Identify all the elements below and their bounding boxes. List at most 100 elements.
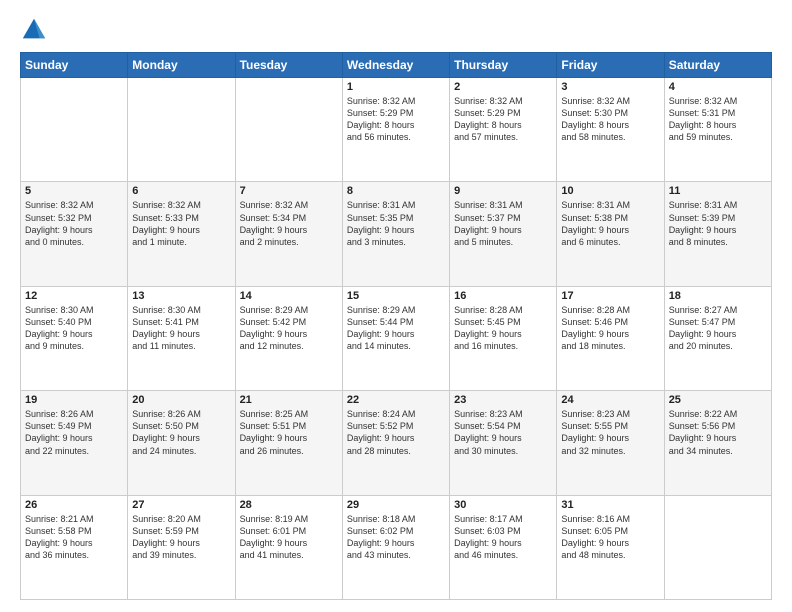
cell-content: Sunrise: 8:27 AM Sunset: 5:47 PM Dayligh… bbox=[669, 304, 767, 353]
cell-content: Sunrise: 8:26 AM Sunset: 5:49 PM Dayligh… bbox=[25, 408, 123, 457]
calendar-cell: 6 Sunrise: 8:32 AM Sunset: 5:33 PM Daylig… bbox=[128, 182, 235, 286]
cell-content: Sunrise: 8:28 AM Sunset: 5:45 PM Dayligh… bbox=[454, 304, 552, 353]
calendar-cell: 15 Sunrise: 8:29 AM Sunset: 5:44 PM Dayli… bbox=[342, 286, 449, 390]
calendar-cell: 14 Sunrise: 8:29 AM Sunset: 5:42 PM Dayli… bbox=[235, 286, 342, 390]
calendar-cell: 28 Sunrise: 8:19 AM Sunset: 6:01 PM Dayli… bbox=[235, 495, 342, 599]
calendar-header-sunday: Sunday bbox=[21, 53, 128, 78]
cell-content: Sunrise: 8:30 AM Sunset: 5:40 PM Dayligh… bbox=[25, 304, 123, 353]
calendar-cell: 13 Sunrise: 8:30 AM Sunset: 5:41 PM Dayli… bbox=[128, 286, 235, 390]
cell-content: Sunrise: 8:32 AM Sunset: 5:30 PM Dayligh… bbox=[561, 95, 659, 144]
day-number: 16 bbox=[454, 290, 552, 302]
cell-content: Sunrise: 8:32 AM Sunset: 5:33 PM Dayligh… bbox=[132, 199, 230, 248]
calendar-cell bbox=[664, 495, 771, 599]
calendar-cell: 31Sunrise: 8:16 AM Sunset: 6:05 PM Dayli… bbox=[557, 495, 664, 599]
calendar-cell: 26 Sunrise: 8:21 AM Sunset: 5:58 PM Dayli… bbox=[21, 495, 128, 599]
calendar-cell: 19 Sunrise: 8:26 AM Sunset: 5:49 PM Dayli… bbox=[21, 391, 128, 495]
calendar-cell bbox=[21, 78, 128, 182]
day-number: 5 bbox=[25, 185, 123, 197]
calendar-cell: 2 Sunrise: 8:32 AM Sunset: 5:29 PM Daylig… bbox=[450, 78, 557, 182]
cell-content: Sunrise: 8:17 AM Sunset: 6:03 PM Dayligh… bbox=[454, 513, 552, 562]
day-number: 2 bbox=[454, 81, 552, 93]
cell-content: Sunrise: 8:32 AM Sunset: 5:29 PM Dayligh… bbox=[454, 95, 552, 144]
cell-content: Sunrise: 8:32 AM Sunset: 5:32 PM Dayligh… bbox=[25, 199, 123, 248]
calendar-cell: 17 Sunrise: 8:28 AM Sunset: 5:46 PM Dayli… bbox=[557, 286, 664, 390]
cell-content: Sunrise: 8:32 AM Sunset: 5:31 PM Dayligh… bbox=[669, 95, 767, 144]
page: SundayMondayTuesdayWednesdayThursdayFrid… bbox=[0, 0, 792, 612]
day-number: 3 bbox=[561, 81, 659, 93]
day-number: 18 bbox=[669, 290, 767, 302]
day-number: 19 bbox=[25, 394, 123, 406]
calendar-week-5: 26 Sunrise: 8:21 AM Sunset: 5:58 PM Dayli… bbox=[21, 495, 772, 599]
cell-content: Sunrise: 8:22 AM Sunset: 5:56 PM Dayligh… bbox=[669, 408, 767, 457]
calendar-cell: 12 Sunrise: 8:30 AM Sunset: 5:40 PM Dayli… bbox=[21, 286, 128, 390]
cell-content: Sunrise: 8:25 AM Sunset: 5:51 PM Dayligh… bbox=[240, 408, 338, 457]
day-number: 21 bbox=[240, 394, 338, 406]
calendar-cell: 3 Sunrise: 8:32 AM Sunset: 5:30 PM Daylig… bbox=[557, 78, 664, 182]
calendar-cell bbox=[235, 78, 342, 182]
calendar-header-tuesday: Tuesday bbox=[235, 53, 342, 78]
logo-icon bbox=[20, 16, 48, 44]
calendar-week-2: 5 Sunrise: 8:32 AM Sunset: 5:32 PM Daylig… bbox=[21, 182, 772, 286]
calendar-cell: 22Sunrise: 8:24 AM Sunset: 5:52 PM Dayli… bbox=[342, 391, 449, 495]
day-number: 23 bbox=[454, 394, 552, 406]
day-number: 9 bbox=[454, 185, 552, 197]
day-number: 28 bbox=[240, 499, 338, 511]
cell-content: Sunrise: 8:31 AM Sunset: 5:35 PM Dayligh… bbox=[347, 199, 445, 248]
cell-content: Sunrise: 8:19 AM Sunset: 6:01 PM Dayligh… bbox=[240, 513, 338, 562]
calendar-header-saturday: Saturday bbox=[664, 53, 771, 78]
day-number: 20 bbox=[132, 394, 230, 406]
cell-content: Sunrise: 8:21 AM Sunset: 5:58 PM Dayligh… bbox=[25, 513, 123, 562]
day-number: 27 bbox=[132, 499, 230, 511]
logo bbox=[20, 16, 52, 44]
calendar-cell: 24Sunrise: 8:23 AM Sunset: 5:55 PM Dayli… bbox=[557, 391, 664, 495]
calendar-cell: 18 Sunrise: 8:27 AM Sunset: 5:47 PM Dayli… bbox=[664, 286, 771, 390]
cell-content: Sunrise: 8:30 AM Sunset: 5:41 PM Dayligh… bbox=[132, 304, 230, 353]
day-number: 7 bbox=[240, 185, 338, 197]
calendar-cell: 16 Sunrise: 8:28 AM Sunset: 5:45 PM Dayli… bbox=[450, 286, 557, 390]
cell-content: Sunrise: 8:31 AM Sunset: 5:37 PM Dayligh… bbox=[454, 199, 552, 248]
calendar-week-3: 12 Sunrise: 8:30 AM Sunset: 5:40 PM Dayli… bbox=[21, 286, 772, 390]
calendar-cell: 11 Sunrise: 8:31 AM Sunset: 5:39 PM Dayli… bbox=[664, 182, 771, 286]
day-number: 10 bbox=[561, 185, 659, 197]
day-number: 15 bbox=[347, 290, 445, 302]
calendar-week-4: 19 Sunrise: 8:26 AM Sunset: 5:49 PM Dayli… bbox=[21, 391, 772, 495]
calendar-table: SundayMondayTuesdayWednesdayThursdayFrid… bbox=[20, 52, 772, 600]
day-number: 6 bbox=[132, 185, 230, 197]
calendar-cell: 9 Sunrise: 8:31 AM Sunset: 5:37 PM Daylig… bbox=[450, 182, 557, 286]
day-number: 25 bbox=[669, 394, 767, 406]
cell-content: Sunrise: 8:24 AM Sunset: 5:52 PM Dayligh… bbox=[347, 408, 445, 457]
cell-content: Sunrise: 8:32 AM Sunset: 5:34 PM Dayligh… bbox=[240, 199, 338, 248]
cell-content: Sunrise: 8:32 AM Sunset: 5:29 PM Dayligh… bbox=[347, 95, 445, 144]
header bbox=[20, 16, 772, 44]
day-number: 17 bbox=[561, 290, 659, 302]
cell-content: Sunrise: 8:20 AM Sunset: 5:59 PM Dayligh… bbox=[132, 513, 230, 562]
day-number: 11 bbox=[669, 185, 767, 197]
calendar-cell: 23Sunrise: 8:23 AM Sunset: 5:54 PM Dayli… bbox=[450, 391, 557, 495]
calendar-header-wednesday: Wednesday bbox=[342, 53, 449, 78]
day-number: 26 bbox=[25, 499, 123, 511]
cell-content: Sunrise: 8:31 AM Sunset: 5:38 PM Dayligh… bbox=[561, 199, 659, 248]
day-number: 29 bbox=[347, 499, 445, 511]
cell-content: Sunrise: 8:28 AM Sunset: 5:46 PM Dayligh… bbox=[561, 304, 659, 353]
calendar-cell: 21 Sunrise: 8:25 AM Sunset: 5:51 PM Dayli… bbox=[235, 391, 342, 495]
day-number: 4 bbox=[669, 81, 767, 93]
cell-content: Sunrise: 8:16 AM Sunset: 6:05 PM Dayligh… bbox=[561, 513, 659, 562]
cell-content: Sunrise: 8:29 AM Sunset: 5:42 PM Dayligh… bbox=[240, 304, 338, 353]
calendar-cell bbox=[128, 78, 235, 182]
calendar-cell: 25 Sunrise: 8:22 AM Sunset: 5:56 PM Dayli… bbox=[664, 391, 771, 495]
day-number: 13 bbox=[132, 290, 230, 302]
day-number: 1 bbox=[347, 81, 445, 93]
calendar-cell: 4 Sunrise: 8:32 AM Sunset: 5:31 PM Daylig… bbox=[664, 78, 771, 182]
calendar-cell: 27 Sunrise: 8:20 AM Sunset: 5:59 PM Dayli… bbox=[128, 495, 235, 599]
day-number: 8 bbox=[347, 185, 445, 197]
cell-content: Sunrise: 8:29 AM Sunset: 5:44 PM Dayligh… bbox=[347, 304, 445, 353]
calendar-cell: 20Sunrise: 8:26 AM Sunset: 5:50 PM Dayli… bbox=[128, 391, 235, 495]
day-number: 12 bbox=[25, 290, 123, 302]
calendar-header-thursday: Thursday bbox=[450, 53, 557, 78]
day-number: 14 bbox=[240, 290, 338, 302]
day-number: 24 bbox=[561, 394, 659, 406]
calendar-header-row: SundayMondayTuesdayWednesdayThursdayFrid… bbox=[21, 53, 772, 78]
calendar-cell: 5 Sunrise: 8:32 AM Sunset: 5:32 PM Daylig… bbox=[21, 182, 128, 286]
calendar-cell: 7 Sunrise: 8:32 AM Sunset: 5:34 PM Daylig… bbox=[235, 182, 342, 286]
cell-content: Sunrise: 8:31 AM Sunset: 5:39 PM Dayligh… bbox=[669, 199, 767, 248]
